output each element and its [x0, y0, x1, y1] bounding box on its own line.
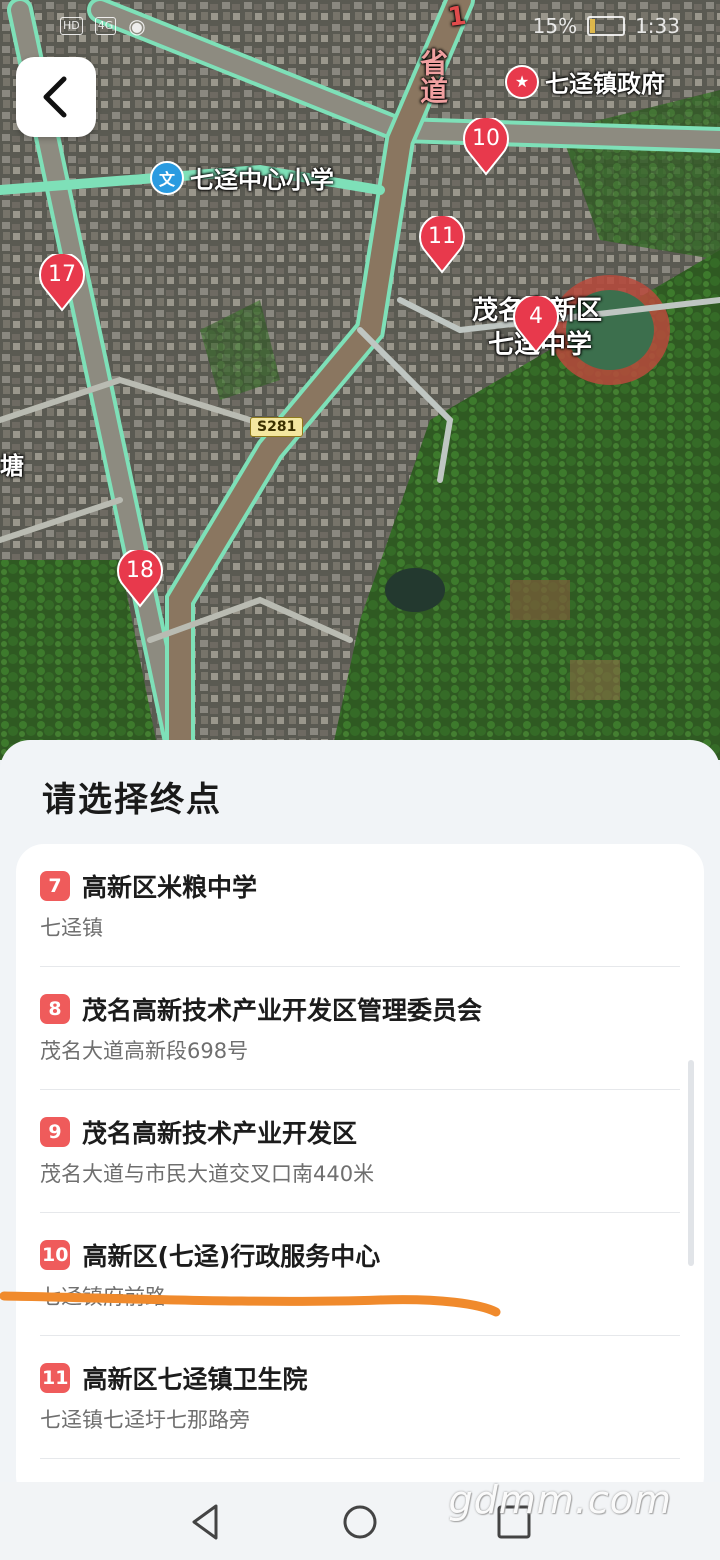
- map-pin-17[interactable]: 17: [38, 251, 86, 312]
- pin-number: 17: [48, 262, 76, 287]
- map-pin-4[interactable]: 4: [512, 293, 560, 354]
- item-number-badge: 9: [40, 1117, 70, 1147]
- list-item[interactable]: 7 高新区米粮中学 七迳镇: [40, 844, 680, 967]
- item-number-badge: 11: [40, 1363, 71, 1393]
- pin-number: 11: [428, 224, 456, 249]
- battery-icon: [587, 16, 626, 36]
- item-name: 茂名高新技术产业开发区: [82, 1119, 358, 1148]
- item-address: 茂名大道与市民大道交叉口南440米: [40, 1162, 375, 1186]
- battery-percent: 15%: [532, 14, 578, 38]
- poi-label: 七迳中心小学: [190, 166, 334, 194]
- nav-back-icon[interactable]: [186, 1502, 226, 1542]
- network-icon: 4G: [94, 17, 117, 35]
- item-number-badge: 10: [40, 1240, 71, 1270]
- road-shield-s281: S281: [250, 417, 304, 437]
- item-address: 茂名大道高新段698号: [40, 1039, 249, 1063]
- eye-icon: ◉: [128, 14, 146, 38]
- destination-list[interactable]: 7 高新区米粮中学 七迳镇 8 茂名高新技术产业开发区管理委员会 茂名大道高新段…: [16, 844, 704, 1504]
- nav-home-icon[interactable]: [340, 1502, 380, 1542]
- map-edge-label: 塘: [0, 452, 24, 480]
- list-item[interactable]: 9 茂名高新技术产业开发区 茂名大道与市民大道交叉口南440米: [40, 1090, 680, 1213]
- pin-number: 10: [472, 126, 500, 151]
- item-address: 七迳镇七迳圩七那路旁: [40, 1408, 250, 1432]
- province-road-label: 省道: [416, 48, 449, 104]
- hd-icon: HD: [60, 17, 83, 35]
- item-name: 高新区七迳镇卫生院: [82, 1365, 308, 1394]
- status-bar: HD 4G ◉ 15% 1:33: [60, 14, 680, 44]
- item-name: 高新区米粮中学: [82, 873, 258, 902]
- chevron-left-icon: [43, 76, 67, 118]
- item-number-badge: 8: [40, 994, 70, 1024]
- pin-number: 4: [529, 304, 543, 329]
- list-scrollbar[interactable]: [688, 1060, 694, 1266]
- sheet-title: 请选择终点: [42, 780, 222, 820]
- map-pin-11[interactable]: 11: [418, 213, 466, 274]
- poi-town-government[interactable]: ★ 七迳镇政府: [505, 64, 665, 99]
- watermark-text: gdmm.com: [448, 1478, 672, 1522]
- item-address: 七迳镇: [40, 916, 103, 940]
- star-icon: ★: [505, 64, 539, 99]
- item-name: 茂名高新技术产业开发区管理委员会: [82, 996, 483, 1025]
- pin-number: 18: [126, 558, 154, 583]
- poi-label: 七迳镇政府: [545, 70, 665, 98]
- map-pin-10[interactable]: 10: [462, 115, 510, 176]
- list-item[interactable]: 8 茂名高新技术产业开发区管理委员会 茂名大道高新段698号: [40, 967, 680, 1090]
- map-pin-18[interactable]: 18: [116, 547, 164, 608]
- destination-sheet: 请选择终点 7 高新区米粮中学 七迳镇 8 茂名高新技术产业开发区管理委员会 茂…: [0, 740, 720, 1504]
- orange-underline-annotation: [0, 1291, 501, 1317]
- item-name: 高新区(七迳)行政服务中心: [82, 1242, 381, 1271]
- list-item[interactable]: 11 高新区七迳镇卫生院 七迳镇七迳圩七那路旁: [40, 1336, 680, 1459]
- clock: 1:33: [635, 14, 680, 38]
- back-button[interactable]: [16, 57, 96, 137]
- divider: [40, 1458, 680, 1459]
- school-icon: 文: [150, 160, 184, 195]
- poi-primary-school[interactable]: 文 七迳中心小学: [150, 160, 334, 195]
- map-imagery: [0, 0, 720, 760]
- item-number-badge: 7: [40, 871, 70, 901]
- satellite-map[interactable]: HD 4G ◉ 15% 1:33 1 省道 ★ 七迳镇政府 文 七迳中心小学 茂…: [0, 0, 720, 760]
